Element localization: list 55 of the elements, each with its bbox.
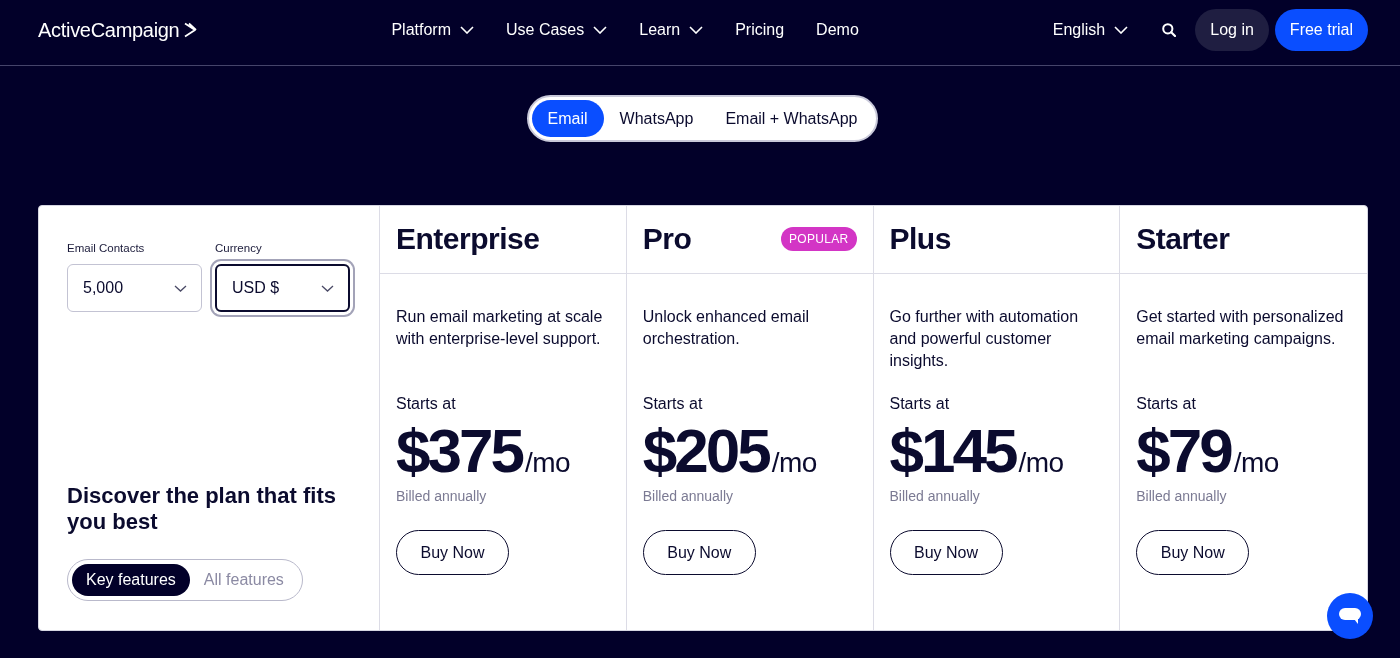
speech-bubble-icon: [1339, 608, 1361, 624]
caret-icon: [593, 26, 608, 34]
plan-name: Enterprise: [396, 221, 540, 256]
price-prefix: Starts at: [889, 394, 950, 414]
buy-button[interactable]: Buy Now: [889, 530, 1003, 575]
free-trial-button[interactable]: Free trial: [1274, 9, 1368, 51]
nav-link[interactable]: Use Cases: [506, 21, 608, 39]
caret-icon: [174, 284, 187, 292]
billing-note: Billed annually: [889, 487, 980, 505]
plan-description: Run email marketing at scale with enterprise-level support.: [396, 307, 604, 349]
plan-name: Starter: [1136, 221, 1230, 256]
price-prefix: Starts at: [1136, 394, 1196, 414]
popular-badge: POPULAR: [781, 226, 857, 251]
field-label: Email Contacts: [67, 241, 146, 255]
price-period: /mo: [771, 447, 817, 479]
price-period: /mo: [1233, 447, 1279, 479]
plan-description: Get started with personalized email marketing campaigns.: [1136, 307, 1345, 349]
plan-price: $79: [1136, 420, 1231, 482]
plan-price: $205: [642, 420, 769, 482]
search-button[interactable]: [1162, 23, 1177, 37]
language-selector[interactable]: English: [1052, 21, 1129, 39]
price-prefix: Starts at: [396, 394, 456, 414]
login-button[interactable]: Log in: [1195, 9, 1269, 51]
billing-note: Billed annually: [396, 487, 487, 505]
plan-name: Plus: [889, 221, 951, 256]
billing-note: Billed annually: [642, 487, 734, 505]
caret-icon: [689, 26, 704, 34]
billing-note: Billed annually: [1136, 487, 1227, 505]
nav-link[interactable]: Platform: [391, 21, 474, 39]
chevron-icon: [184, 22, 198, 38]
view-tab[interactable]: Key features: [72, 564, 190, 596]
price-prefix: Starts at: [642, 394, 703, 414]
buy-button[interactable]: Buy Now: [1136, 530, 1250, 575]
caret-icon: [460, 26, 474, 34]
caret-icon: [321, 284, 334, 292]
price-period: /mo: [1018, 447, 1064, 479]
plan-name: Pro: [642, 221, 692, 256]
buy-button[interactable]: Buy Now: [642, 530, 756, 575]
plan-price: $375: [396, 420, 522, 482]
caret-icon: [1114, 26, 1129, 34]
logo[interactable]: ActiveCampaign: [38, 18, 198, 42]
channel-tab[interactable]: Email: [531, 100, 604, 137]
dropdown-field[interactable]: 5,000: [67, 264, 202, 312]
search-icon: [1162, 23, 1177, 37]
price-period: /mo: [524, 447, 571, 479]
chat-button[interactable]: [1327, 593, 1373, 639]
nav-link[interactable]: Pricing: [735, 21, 785, 39]
nav-link[interactable]: Learn: [639, 21, 704, 39]
section-heading: Discover the plan that fits you best: [67, 483, 337, 535]
buy-button[interactable]: Buy Now: [396, 530, 509, 575]
field-label: Currency: [215, 241, 263, 255]
nav-link[interactable]: Demo: [816, 21, 859, 39]
plan-description: Go further with automation and powerful customer insights.: [889, 307, 1080, 371]
plan-description: Unlock enhanced email orchestration.: [642, 307, 811, 349]
plan-price: $145: [889, 420, 1016, 482]
